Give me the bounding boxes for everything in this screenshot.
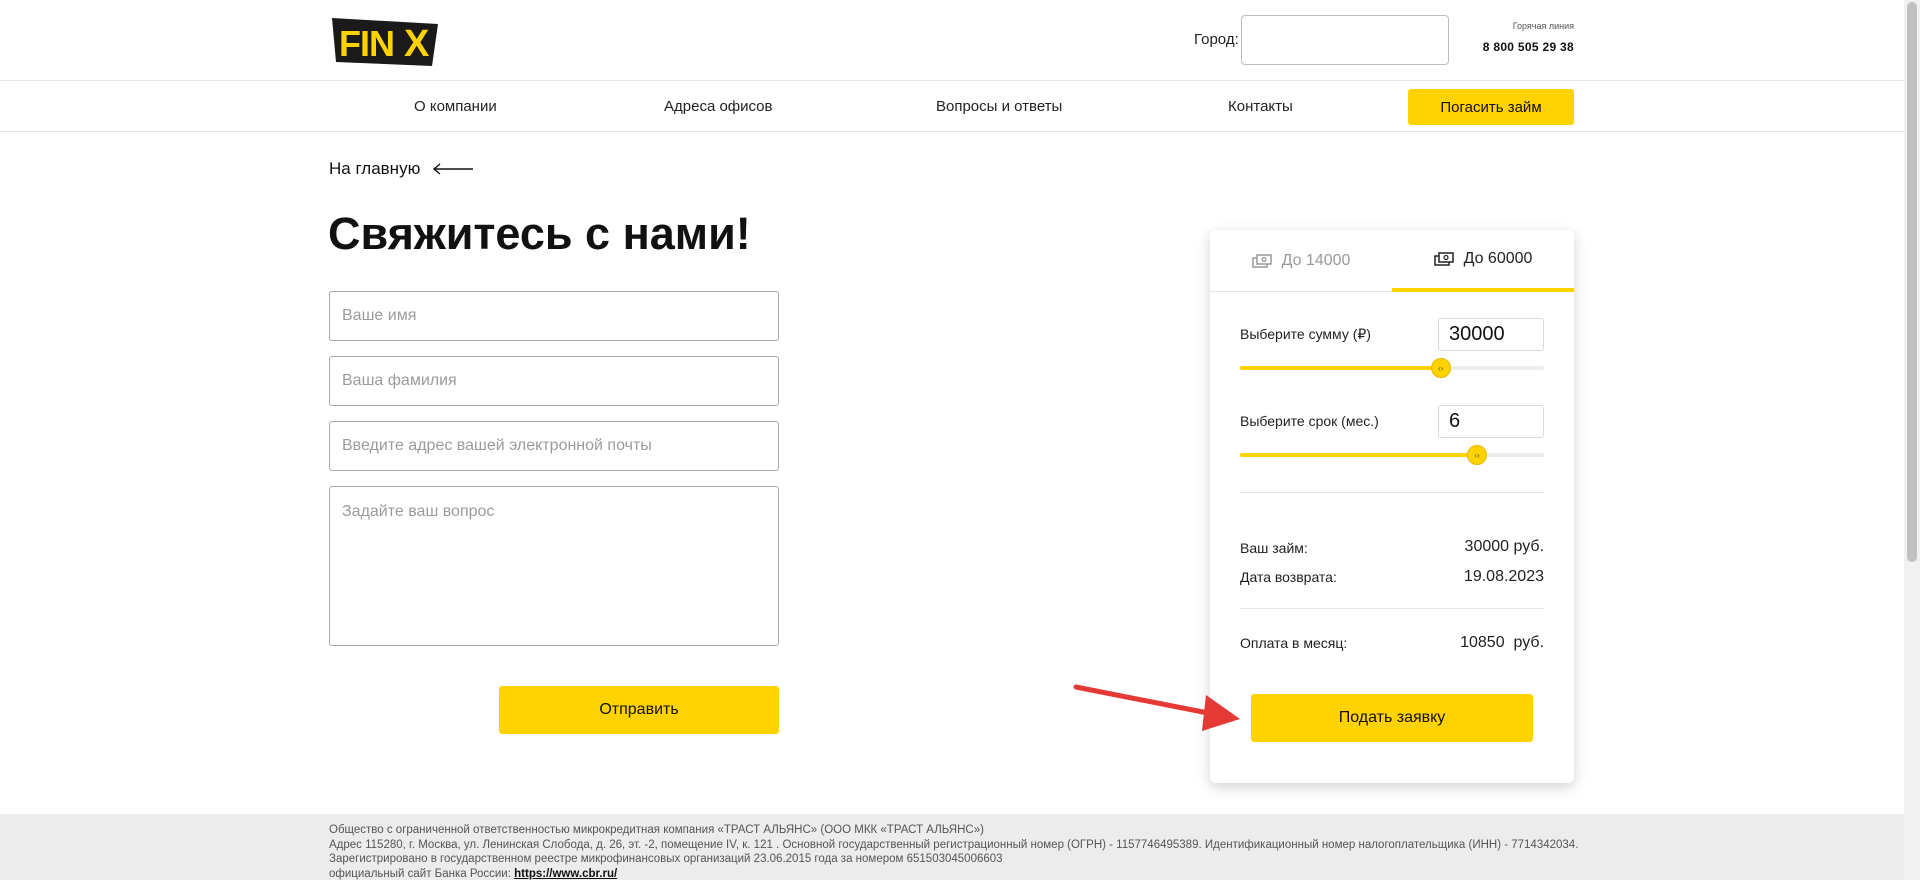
city-label: Город:	[1194, 31, 1239, 48]
cash-icon	[1433, 252, 1454, 266]
annotation-arrow-icon	[1073, 684, 1240, 731]
svg-text:X: X	[404, 23, 430, 65]
sum-input[interactable]: 30000	[1438, 318, 1544, 351]
email-input[interactable]	[329, 421, 779, 471]
monthly-payment-value: 10850 руб.	[1460, 634, 1544, 651]
back-link-label: На главную	[329, 159, 421, 178]
hotline-label: Горячая линия	[1512, 21, 1574, 31]
surname-input[interactable]	[329, 356, 779, 406]
term-label: Выберите срок (мес.)	[1240, 413, 1379, 429]
sum-slider-fill	[1240, 366, 1441, 370]
return-date-label: Дата возврата:	[1240, 569, 1337, 585]
finx-logo[interactable]: FIN X	[332, 16, 438, 66]
name-input[interactable]	[329, 291, 779, 341]
sum-label: Выберите сумму (₽)	[1240, 326, 1371, 342]
footer-line-company: Общество с ограниченной ответственностью…	[329, 824, 984, 836]
nav-offices[interactable]: Адреса офисов	[664, 98, 773, 115]
tab-up-to-60000[interactable]: До 60000	[1392, 230, 1574, 292]
page: FIN X Город: Горячая линия 8 800 505 29 …	[0, 0, 1920, 880]
arrow-left-icon	[433, 163, 474, 175]
nav-about[interactable]: О компании	[414, 98, 497, 115]
question-textarea[interactable]	[329, 486, 779, 646]
return-date-value: 19.08.2023	[1463, 568, 1544, 585]
loan-calculator: До 14000 До 60000 Выберите сумму (₽) 300…	[1210, 230, 1574, 783]
cash-icon	[1251, 253, 1272, 268]
loan-value: 30000 руб.	[1464, 538, 1544, 555]
hotline: Горячая линия 8 800 505 29 38	[1483, 21, 1574, 54]
divider	[1240, 608, 1544, 609]
apply-button[interactable]: Подать заявку	[1251, 694, 1533, 742]
main-nav: О компании Адреса офисов Вопросы и ответ…	[0, 80, 1904, 132]
page-title: Свяжитесь с нами!	[328, 208, 751, 259]
back-to-home-link[interactable]: На главную	[329, 159, 474, 179]
footer-line-cbr: официальный сайт Банка России: https://w…	[329, 867, 1579, 880]
term-input[interactable]: 6	[1438, 405, 1544, 438]
term-slider[interactable]: ‹›	[1240, 445, 1544, 465]
cbr-link[interactable]: https://www.cbr.ru/	[514, 868, 617, 880]
loan-label: Ваш займ:	[1240, 540, 1308, 556]
sum-slider[interactable]: ‹›	[1240, 358, 1544, 378]
monthly-payment-label: Оплата в месяц:	[1240, 635, 1348, 651]
cbr-prefix: официальный сайт Банка России:	[329, 867, 511, 880]
tab-label: До 60000	[1463, 250, 1533, 267]
tab-label: До 14000	[1281, 251, 1351, 269]
divider	[1240, 492, 1544, 493]
svg-text:FIN: FIN	[339, 23, 394, 64]
footer: Общество с ограниченной ответственностью…	[0, 814, 1904, 880]
scrollbar-thumb[interactable]	[1907, 2, 1917, 562]
nav-faq[interactable]: Вопросы и ответы	[936, 98, 1062, 115]
nav-contacts[interactable]: Контакты	[1228, 98, 1293, 115]
city-input[interactable]	[1241, 15, 1449, 65]
footer-line-address: Адрес 115280, г. Москва, ул. Ленинская С…	[329, 838, 1579, 866]
term-slider-handle[interactable]: ‹›	[1467, 445, 1488, 465]
tab-up-to-14000[interactable]: До 14000	[1210, 230, 1392, 292]
sum-slider-handle[interactable]: ‹›	[1430, 358, 1451, 378]
footer-legal-text: Общество с ограниченной ответственностью…	[329, 823, 1579, 880]
hotline-phone[interactable]: 8 800 505 29 38	[1483, 40, 1574, 54]
page-scrollbar[interactable]	[1904, 0, 1920, 880]
send-button[interactable]: Отправить	[499, 686, 779, 734]
repay-loan-button[interactable]: Погасить займ	[1408, 89, 1574, 125]
term-slider-fill	[1240, 453, 1478, 457]
